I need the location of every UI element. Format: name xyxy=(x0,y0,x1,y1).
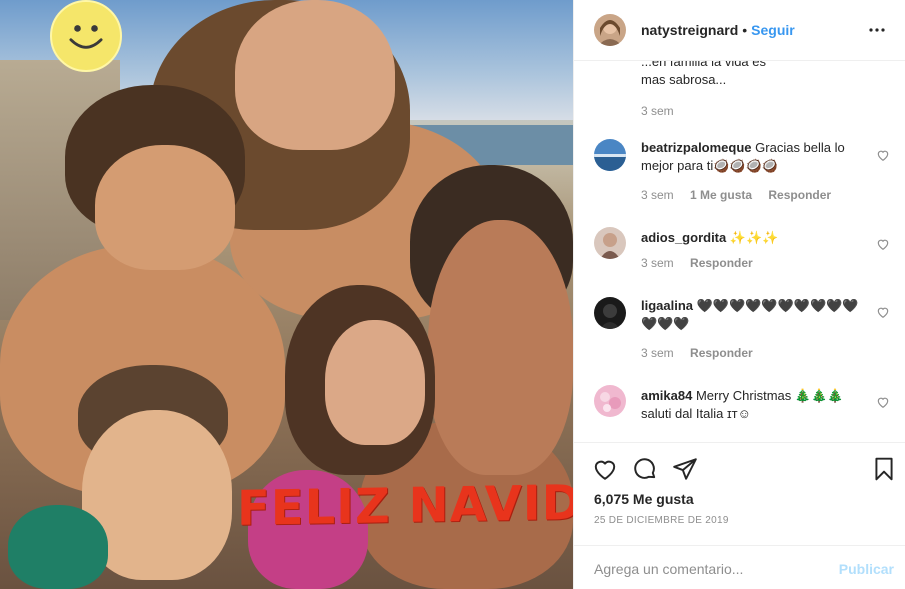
post-actions: 6,075 Me gusta 25 DE DICIEMBRE DE 2019 A… xyxy=(574,442,905,577)
avatar[interactable] xyxy=(594,14,626,46)
comment-input[interactable]: Agrega un comentario... xyxy=(594,561,743,577)
comment-body: amika84 Merry Christmas 🎄🎄🎄 saluti dal I… xyxy=(641,387,861,423)
list-item: ligaalina 🖤🖤🖤🖤🖤🖤🖤🖤🖤🖤🖤🖤🖤 3 sem Responder xyxy=(594,297,890,369)
photo-figure xyxy=(428,220,573,475)
photo-caption-text: FELIZ NAVIDAD!! xyxy=(237,472,573,537)
comment-username[interactable]: adios_gordita xyxy=(641,230,726,245)
avatar[interactable] xyxy=(594,139,626,171)
paper-plane-icon[interactable] xyxy=(672,456,698,482)
post-sidebar: natystreignard • Seguir ...en familia la… xyxy=(573,0,905,589)
reply-button[interactable]: Responder xyxy=(768,188,831,202)
comment-time: 3 sem xyxy=(641,256,674,270)
publish-button[interactable]: Publicar xyxy=(839,561,894,577)
comments-list[interactable]: ...en familia la vida es mas sabrosa... … xyxy=(574,61,905,441)
follow-button[interactable]: Seguir xyxy=(751,22,795,38)
comment-time: 3 sem xyxy=(641,104,674,118)
comment-text: mas sabrosa... xyxy=(641,72,727,87)
list-item: beatrizpalomeque Gracias bella lo mejor … xyxy=(594,139,890,211)
avatar[interactable] xyxy=(594,227,626,259)
ellipsis-icon[interactable] xyxy=(865,18,889,42)
list-item: amika84 Merry Christmas 🎄🎄🎄 saluti dal I… xyxy=(594,385,890,441)
avatar[interactable] xyxy=(594,385,626,417)
heart-icon[interactable] xyxy=(876,237,890,251)
smiley-sticker-icon xyxy=(50,0,122,72)
instagram-post-viewer: FELIZ NAVIDAD!! natystreignard • Seguir xyxy=(0,0,905,589)
post-photo[interactable]: FELIZ NAVIDAD!! xyxy=(0,0,573,589)
comment-time: 3 sem xyxy=(641,346,674,360)
list-item: ...en familia la vida es mas sabrosa... … xyxy=(641,61,881,120)
post-header: natystreignard • Seguir xyxy=(574,0,905,61)
comment-text: ...en familia la vida es xyxy=(641,61,767,69)
photo-figure xyxy=(95,145,235,270)
comment-body: beatrizpalomeque Gracias bella lo mejor … xyxy=(641,139,861,175)
photo-figure xyxy=(8,505,108,589)
comment-username[interactable]: beatrizpalomeque xyxy=(641,140,752,155)
comment-time: 3 sem xyxy=(641,188,674,202)
bookmark-icon[interactable] xyxy=(871,456,897,482)
likes-count[interactable]: 6,075 Me gusta xyxy=(594,491,694,507)
action-bar xyxy=(574,443,905,493)
heart-icon[interactable] xyxy=(592,456,618,482)
header-separator: • xyxy=(742,22,748,38)
post-author-username[interactable]: natystreignard xyxy=(641,22,738,38)
comment-meta: 3 sem Responder xyxy=(641,346,766,360)
comment-meta: 3 sem Responder xyxy=(641,256,766,270)
heart-icon[interactable] xyxy=(876,395,890,409)
heart-icon[interactable] xyxy=(876,148,890,162)
add-comment-bar: Agrega un comentario... Publicar xyxy=(574,545,905,589)
comment-text: ✨✨✨ xyxy=(729,230,779,245)
list-item: adios_gordita ✨✨✨ 3 sem Responder xyxy=(594,227,890,279)
comment-icon[interactable] xyxy=(632,456,658,482)
comment-likes[interactable]: 1 Me gusta xyxy=(690,188,752,202)
reply-button[interactable]: Responder xyxy=(690,346,753,360)
reply-button[interactable]: Responder xyxy=(690,256,753,270)
comment-username[interactable]: amika84 xyxy=(641,388,692,403)
post-date[interactable]: 25 DE DICIEMBRE DE 2019 xyxy=(594,515,729,526)
heart-icon[interactable] xyxy=(876,305,890,319)
photo-figure xyxy=(235,0,395,150)
comment-meta: 3 sem 1 Me gusta Responder xyxy=(641,188,844,202)
comment-body: ligaalina 🖤🖤🖤🖤🖤🖤🖤🖤🖤🖤🖤🖤🖤 xyxy=(641,297,861,333)
comment-body: adios_gordita ✨✨✨ xyxy=(641,229,861,247)
avatar[interactable] xyxy=(594,297,626,329)
comment-username[interactable]: ligaalina xyxy=(641,298,693,313)
photo-figure xyxy=(325,320,425,445)
